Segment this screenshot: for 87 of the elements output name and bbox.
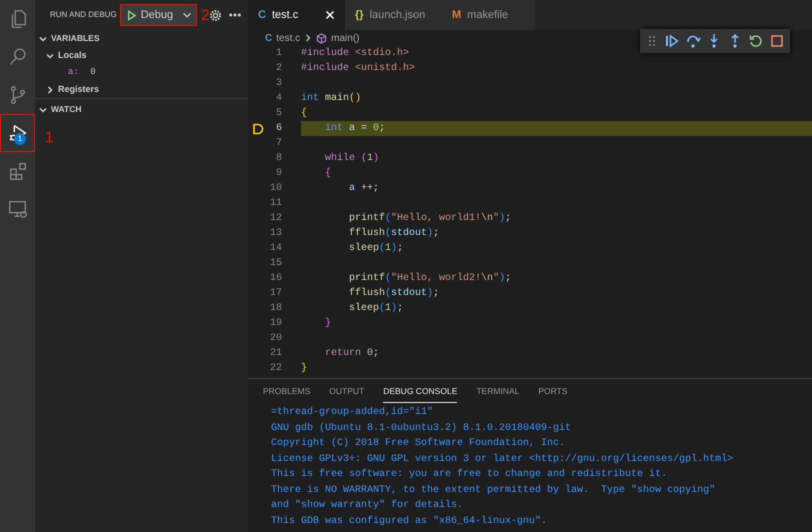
- code-line: while (1): [324, 152, 380, 166]
- line-number: 16: [268, 272, 282, 286]
- panel-tab[interactable]: PORTS: [538, 381, 568, 403]
- line-number: 17: [268, 287, 282, 301]
- console-line: GNU gdb (Ubuntu 8.1-0ubuntu3.2) 8.1.0.20180409-git: [271, 422, 572, 436]
- console-line: Copyright (C) 2018 Free Software Foundation, Inc.: [271, 436, 566, 451]
- line-number: 14: [268, 242, 282, 256]
- line-number: 12: [268, 212, 282, 226]
- panel-tab[interactable]: TERMINAL: [476, 381, 520, 403]
- play-icon: [126, 10, 137, 20]
- line-number: 7: [274, 137, 282, 151]
- code-line: }: [301, 362, 308, 376]
- code-line: printf("Hello, world1!\n");: [348, 212, 512, 226]
- panel-tab[interactable]: OUTPUT: [329, 381, 364, 403]
- tab-label: test.c: [272, 8, 300, 23]
- line-number: 11: [268, 197, 282, 211]
- section-title: VARIABLES: [51, 32, 100, 45]
- code-line: printf("Hello, world2!\n");: [348, 272, 512, 286]
- line-number: 2: [274, 62, 282, 76]
- line-number: 19: [268, 317, 282, 331]
- code-line: int main(): [301, 92, 362, 106]
- line-number: 9: [274, 167, 282, 181]
- code-line: return 0;: [324, 347, 380, 361]
- section-header[interactable]: WATCH: [35, 101, 248, 118]
- code-line: {: [324, 166, 332, 181]
- settings-icon[interactable]: [209, 8, 222, 22]
- line-number: 5: [274, 107, 282, 121]
- editor-tab[interactable]: {} launch.json: [345, 0, 442, 30]
- line-number: 4: [274, 92, 282, 106]
- line-number: 21: [268, 347, 282, 361]
- tab-label: launch.json: [370, 8, 426, 23]
- editor-tab[interactable]: M makefile: [442, 0, 535, 30]
- restart-icon: [748, 33, 764, 49]
- section-title: WATCH: [51, 103, 82, 116]
- scope-label: Registers: [58, 82, 100, 96]
- line-number: 6: [274, 122, 282, 136]
- count-badge: 1: [14, 133, 26, 145]
- code-line: #include <unistd.h>: [301, 62, 416, 76]
- code-line: #include <stdio.h>: [301, 46, 410, 61]
- code-line: fflush(stdout);: [348, 286, 440, 301]
- stop-icon: [768, 33, 784, 49]
- file-type-icon: M: [452, 6, 462, 24]
- code-line: fflush(stdout);: [348, 226, 440, 241]
- debug-launch-button[interactable]: Debug: [120, 4, 198, 26]
- code-line: a ++;: [348, 182, 380, 196]
- chevron-right-icon: [304, 34, 312, 42]
- monitor-icon: [6, 198, 28, 220]
- line-number: 10: [268, 182, 282, 196]
- console-line: This GDB was configured as "x86_64-linux-gnu".: [271, 514, 548, 528]
- breadcrumb-item[interactable]: C test.c: [265, 30, 300, 46]
- cube-icon: [316, 32, 328, 44]
- sidebar-title: RUN AND DEBUG: [50, 9, 117, 21]
- panel-tab[interactable]: PROBLEMS: [263, 381, 310, 403]
- tree-item[interactable]: Locals: [35, 47, 248, 64]
- console-line: and "show warranty" for details.: [271, 498, 464, 513]
- chevron-right-icon[interactable]: [45, 84, 55, 94]
- line-number: 22: [268, 362, 282, 376]
- line-number: 13: [268, 227, 282, 241]
- console-line: There is NO WARRANTY, to the extent permitted by law. Type "show copying": [271, 484, 716, 498]
- file-type-icon: {}: [355, 6, 364, 24]
- tree-item[interactable]: Registers: [35, 81, 248, 98]
- tab-label: makefile: [467, 8, 510, 23]
- variable-row[interactable]: a: 0: [35, 64, 248, 81]
- scope-label: Locals: [58, 48, 87, 62]
- line-number: 18: [268, 302, 282, 316]
- annotation-number: 1: [45, 130, 54, 145]
- code-line: sleep(1);: [348, 302, 404, 316]
- line-number: 15: [268, 257, 282, 271]
- continue-icon: [664, 33, 680, 49]
- console-line: =thread-group-added,id="i1": [271, 406, 434, 420]
- editor-tab[interactable]: C test.c: [248, 0, 345, 30]
- file-type-icon: C: [258, 6, 266, 24]
- code-line: {: [301, 106, 308, 121]
- code-line: sleep(1);: [348, 242, 404, 256]
- code-line: }: [324, 316, 332, 331]
- annotation-number: 2: [201, 8, 210, 22]
- line-number: 20: [268, 332, 282, 346]
- close-icon[interactable]: [325, 10, 335, 20]
- console-line: This is free software: you are free to change and redistribute it.: [271, 468, 668, 482]
- section-header[interactable]: VARIABLES: [35, 30, 248, 47]
- line-number: 8: [274, 152, 282, 166]
- step-over-icon: [684, 33, 700, 49]
- breadcrumb-item[interactable]: main(): [316, 30, 360, 46]
- console-line: License GPLv3+: GNU GPL version 3 or later <http://gnu.org/licenses/gpl.html>: [271, 452, 734, 466]
- line-number: 1: [274, 47, 282, 61]
- line-number: 3: [274, 77, 282, 91]
- panel-tab[interactable]: DEBUG CONSOLE: [383, 381, 458, 403]
